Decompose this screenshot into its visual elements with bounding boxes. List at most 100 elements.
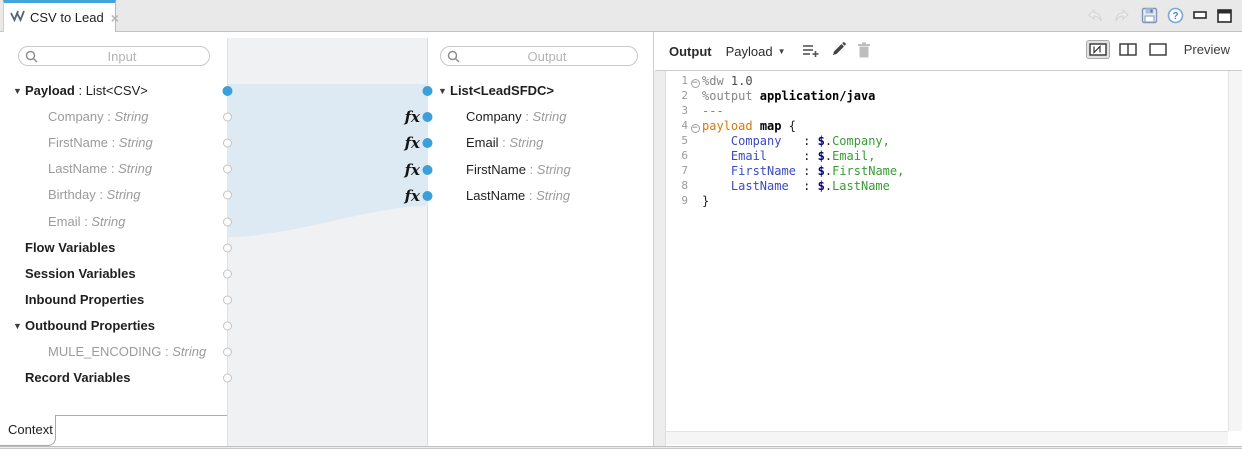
code-line-9[interactable]: 9}	[668, 193, 1226, 208]
line-number: 6	[681, 149, 688, 162]
tree-item-label: List<LeadSFDC>	[450, 83, 555, 98]
search-icon	[447, 50, 460, 63]
tree-item-label: Outbound Properties	[25, 318, 155, 333]
tree-item-label: FirstName	[48, 135, 108, 150]
mapping-canvas	[227, 38, 428, 446]
editor-tab-bar: CSV to Lead × ?	[0, 0, 1242, 32]
code-text: Company : $.Company,	[730, 133, 890, 148]
tree-item-type: String	[536, 162, 571, 177]
output-tree-item-company[interactable]: Company : String	[466, 104, 566, 130]
preview-toggle[interactable]: Preview	[1184, 42, 1230, 57]
code-line-6[interactable]: 6 Email : $.Email,	[668, 148, 1226, 163]
code-text: }	[702, 193, 710, 208]
input-tree-item-outbound-properties[interactable]: ▼ Outbound Properties	[13, 313, 155, 339]
line-number: 3	[681, 104, 688, 117]
output-header-label: Output	[669, 43, 712, 59]
code-line-3[interactable]: 3 ---	[668, 103, 1226, 118]
code-line-2[interactable]: 2 %output application/java	[668, 88, 1226, 103]
input-tree-item-company[interactable]: Company : String	[48, 104, 148, 130]
code-line-5[interactable]: 5 Company : $.Company,	[668, 133, 1226, 148]
tree-item-type: String	[91, 214, 126, 229]
code-vertical-scrollbar[interactable]	[1228, 71, 1242, 431]
output-tree-item-lastname[interactable]: LastName : String	[466, 183, 570, 209]
view-single-pane-button[interactable]	[1146, 40, 1170, 59]
output-tree-item-firstname[interactable]: FirstName : String	[466, 157, 571, 183]
minimize-icon[interactable]	[1193, 8, 1208, 24]
maximize-icon[interactable]	[1217, 8, 1232, 24]
fold-collapse-icon[interactable]: −	[690, 79, 700, 88]
tree-item-type: String	[532, 109, 567, 124]
output-tree-item-email[interactable]: Email : String	[466, 130, 543, 156]
delete-trash-icon[interactable]	[857, 42, 871, 61]
input-tree-item-inbound-properties[interactable]: Inbound Properties	[25, 287, 144, 313]
tab-title: CSV to Lead	[30, 10, 104, 25]
tree-item-label: Session Variables	[25, 266, 136, 281]
dataweave-code-editor[interactable]: 1− %dw 1.0 2 %output application/java 3 --- 4−…	[666, 71, 1242, 446]
input-tree-item-birthday[interactable]: Birthday : String	[48, 182, 141, 208]
output-search-input[interactable]	[465, 47, 629, 65]
input-tree-item-payload[interactable]: ▼ Payload : List<CSV>	[13, 78, 148, 104]
input-search-input[interactable]	[43, 47, 201, 65]
line-number: 1	[681, 74, 688, 87]
tree-item-type: String	[114, 109, 149, 124]
tab-csv-to-lead[interactable]: CSV to Lead ×	[3, 0, 119, 32]
tree-item-label: Flow Variables	[25, 240, 116, 255]
save-icon[interactable]	[1141, 7, 1158, 24]
view-all-panes-button[interactable]	[1085, 40, 1110, 59]
tree-item-label: Email	[466, 135, 499, 150]
line-number: 8	[681, 179, 688, 192]
code-text: Email : $.Email,	[730, 148, 876, 163]
code-text: LastName : $.LastName	[730, 178, 890, 193]
add-transformation-icon[interactable]	[802, 43, 820, 60]
tab-context[interactable]: Context	[0, 415, 56, 446]
code-horizontal-scrollbar[interactable]	[666, 431, 1228, 445]
tree-item-type: String	[509, 135, 544, 150]
view-two-panes-button[interactable]	[1116, 40, 1140, 59]
line-number: 5	[681, 134, 688, 147]
line-number: 9	[681, 194, 688, 207]
code-line-7[interactable]: 7 FirstName : $.FirstName,	[668, 163, 1226, 178]
tab-close-icon[interactable]: ×	[111, 10, 119, 26]
input-tree-item-flow-variables[interactable]: Flow Variables	[25, 235, 115, 261]
code-text: %dw 1.0	[702, 73, 753, 88]
tree-item-label: Birthday	[48, 187, 96, 202]
code-line-8[interactable]: 8 LastName : $.LastName	[668, 178, 1226, 193]
tree-item-type: String	[118, 135, 153, 150]
code-text: payload map {	[702, 118, 796, 133]
expand-arrow-icon[interactable]: ▼	[438, 78, 447, 104]
input-tree-item-lastname[interactable]: LastName : String	[48, 156, 152, 182]
tree-item-label: Record Variables	[25, 370, 131, 385]
input-tree-item-session-variables[interactable]: Session Variables	[25, 261, 136, 287]
tree-item-label: LastName	[466, 188, 526, 203]
tree-item-label: MULE_ENCODING	[48, 344, 162, 359]
code-line-4[interactable]: 4− payload map {	[668, 118, 1226, 133]
code-text: ---	[702, 103, 724, 118]
code-text: FirstName : $.FirstName,	[730, 163, 905, 178]
expand-arrow-icon[interactable]: ▼	[13, 78, 22, 104]
chevron-down-icon: ▼	[777, 46, 786, 56]
output-tree-item-list-leadsfdc[interactable]: ▼ List<LeadSFDC>	[438, 78, 555, 104]
code-line-1[interactable]: 1− %dw 1.0	[668, 73, 1226, 88]
tree-item-label: FirstName	[466, 162, 526, 177]
undo-icon[interactable]	[1085, 8, 1104, 24]
input-tree-item-mule-encoding[interactable]: MULE_ENCODING : String	[48, 339, 206, 365]
panel-resize-sash[interactable]	[654, 71, 666, 446]
tree-item-label: Company	[48, 109, 104, 124]
tree-item-type: String	[118, 161, 153, 176]
redo-icon[interactable]	[1113, 8, 1132, 24]
fold-collapse-icon[interactable]: −	[690, 124, 700, 133]
tree-item-label: Company	[466, 109, 522, 124]
help-icon[interactable]: ?	[1167, 7, 1184, 24]
line-number: 4	[681, 119, 688, 132]
input-tree-item-record-variables[interactable]: Record Variables	[25, 365, 131, 391]
tree-item-type: String	[106, 187, 141, 202]
payload-dropdown[interactable]: Payload ▼	[726, 44, 786, 59]
input-tree-item-firstname[interactable]: FirstName : String	[48, 130, 153, 156]
expand-arrow-icon[interactable]: ▼	[13, 313, 22, 339]
line-number: 2	[681, 89, 688, 102]
input-tree-item-email[interactable]: Email : String	[48, 209, 125, 235]
tree-item-type: String	[172, 344, 207, 359]
edit-pencil-icon[interactable]	[831, 42, 846, 60]
bottom-tab-strip-line	[56, 415, 227, 416]
dataweave-transform-editor: CSV to Lead × ? Input Output ▼ Payload:…	[0, 0, 1242, 449]
